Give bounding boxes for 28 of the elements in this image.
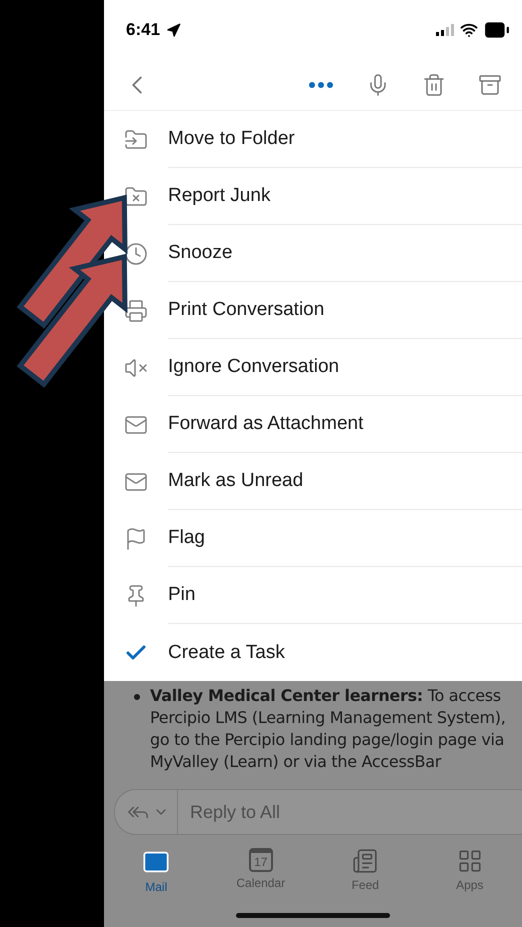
menu-item[interactable]: Flag (168, 510, 522, 567)
reply-field[interactable]: Reply to All (178, 800, 522, 824)
menu-item[interactable]: Ignore Conversation (168, 339, 522, 396)
menu-item[interactable]: Pin (168, 567, 522, 624)
menu-item[interactable]: Snooze (168, 225, 522, 282)
menu-item[interactable]: Move to Folder (168, 111, 522, 168)
bullet-dot (134, 694, 140, 700)
folder-blocked-icon (124, 184, 148, 208)
calendar-icon: 17 (248, 848, 273, 872)
clock-icon (124, 242, 148, 266)
reply-bar[interactable]: Reply to All (114, 789, 522, 835)
wifi-icon (460, 21, 478, 39)
status-time: 6:41 (126, 20, 160, 40)
grid-icon (456, 848, 483, 874)
menu-item[interactable]: Print Conversation (168, 282, 522, 339)
message-text: Valley Medical Center learners: To access Percipio LMS (Learning Management System), go to the Percipio landing page/login page via MyValley (Learn) or via the AccessBar (150, 685, 506, 773)
menu-item[interactable]: Mark as Unread (168, 453, 522, 510)
menu-item[interactable]: Report Junk (168, 168, 522, 225)
menu-item[interactable]: Forward as Attachment (168, 396, 522, 453)
more-icon[interactable] (308, 81, 334, 89)
trash-icon[interactable] (422, 73, 446, 97)
menu-item[interactable]: Create a Task (168, 624, 522, 681)
printer-icon (124, 298, 148, 322)
folder-arrow-icon (124, 128, 148, 152)
feed-icon (352, 848, 378, 874)
signal-icon (436, 24, 454, 36)
archive-icon[interactable] (478, 73, 502, 97)
location-icon (166, 22, 182, 38)
